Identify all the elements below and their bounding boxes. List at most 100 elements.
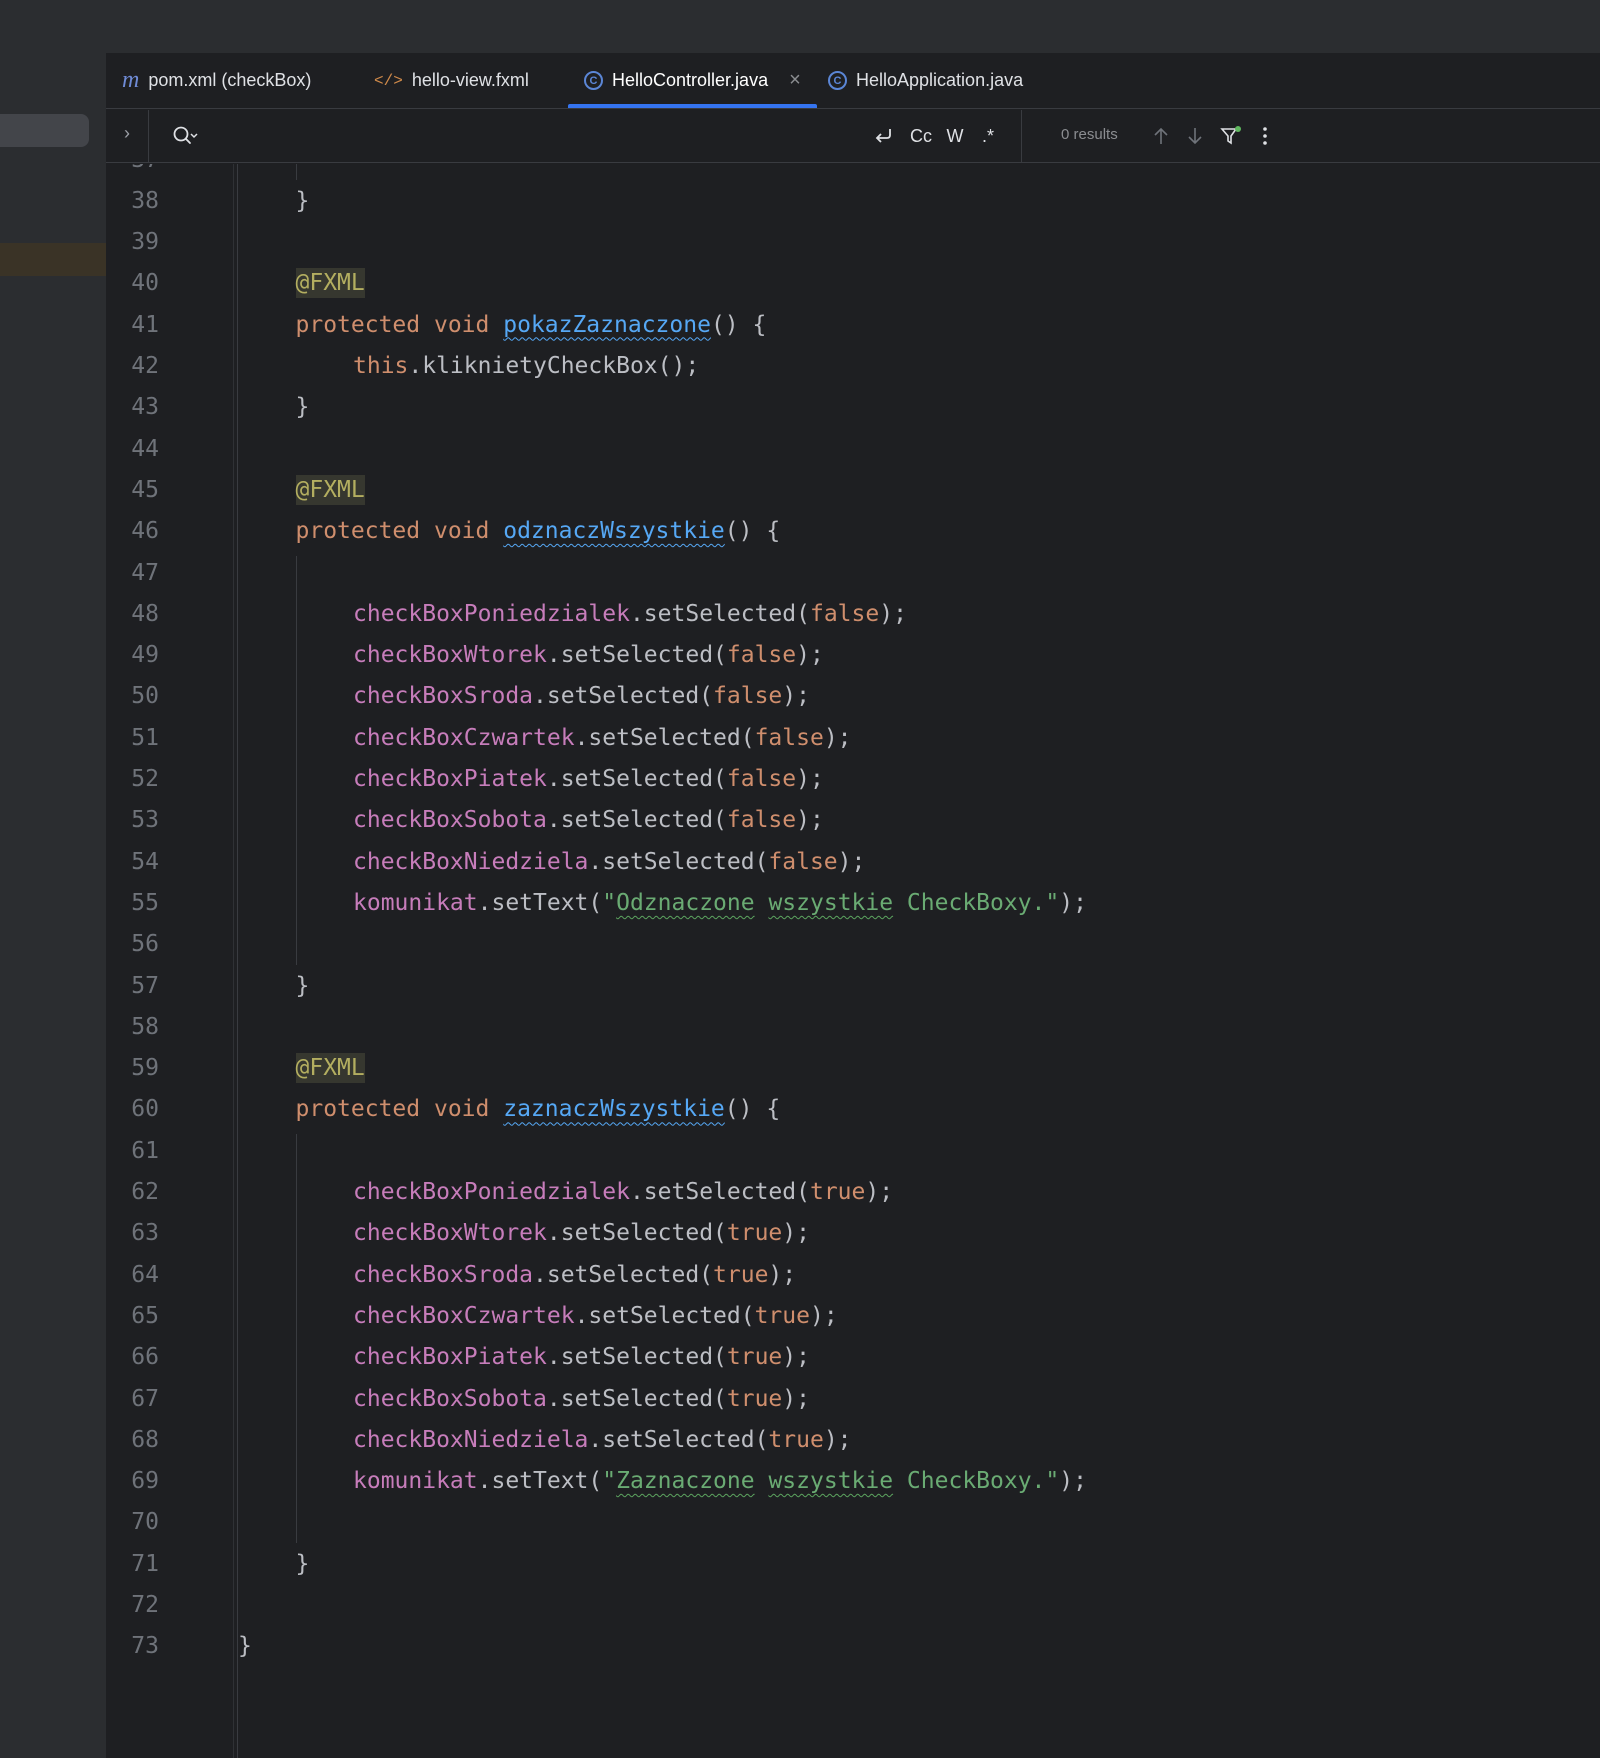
close-tab-icon[interactable]: × — [789, 69, 801, 92]
code-line[interactable]: 44 — [106, 428, 1600, 469]
code-line[interactable]: 46 protected void odznaczWszystkie() { — [106, 511, 1600, 552]
code-token: ); — [809, 1302, 838, 1329]
code-line[interactable]: 73} — [106, 1626, 1600, 1667]
code-line[interactable]: 38} — [106, 180, 1600, 221]
code-token: .setText( — [477, 1468, 603, 1495]
code-token: false — [713, 683, 783, 710]
code-line[interactable]: 40 @FXML — [106, 263, 1600, 304]
code-line[interactable]: 43} — [106, 387, 1600, 428]
code-line[interactable]: 47 — [106, 552, 1600, 593]
code-line[interactable]: 50 checkBoxSroda.setSelected(false); — [106, 676, 1600, 717]
line-number: 71 — [131, 1550, 159, 1577]
code-line[interactable]: 48 checkBoxPoniedzialek.setSelected(false… — [106, 593, 1600, 634]
code-line[interactable]: 71} — [106, 1543, 1600, 1584]
code-line[interactable]: 54 checkBoxNiedziela.setSelected(false); — [106, 841, 1600, 882]
code-line[interactable]: 64 checkBoxSroda.setSelected(true); — [106, 1254, 1600, 1295]
code-token: .setSelected( — [533, 1261, 714, 1288]
code-text: checkBoxSobota.setSelected(true); — [353, 1386, 810, 1412]
code-line[interactable]: 62 checkBoxPoniedzialek.setSelected(true)… — [106, 1172, 1600, 1213]
line-number: 54 — [131, 848, 159, 875]
search-results-count: 0 results — [1061, 126, 1118, 143]
code-line[interactable]: 68 checkBoxNiedziela.setSelected(true); — [106, 1419, 1600, 1460]
find-input[interactable] — [206, 118, 866, 154]
code-token: @FXML — [295, 268, 365, 299]
code-token: true — [768, 1426, 824, 1453]
code-line[interactable]: 72 — [106, 1585, 1600, 1626]
code-line[interactable]: 51 checkBoxCzwartek.setSelected(false); — [106, 717, 1600, 758]
more-options-icon[interactable] — [1250, 120, 1280, 152]
code-line[interactable]: 70 — [106, 1502, 1600, 1543]
code-line[interactable]: 55 komunikat.setText("Odznaczone wszystki… — [106, 882, 1600, 923]
code-token: () { — [710, 311, 767, 338]
tab-hello-application[interactable]: C HelloApplication.java — [828, 53, 1023, 108]
code-token: .setSelected( — [588, 1426, 769, 1453]
line-number: 68 — [131, 1426, 159, 1453]
search-history-icon[interactable] — [170, 122, 200, 150]
line-number: 63 — [131, 1220, 159, 1247]
line-number: 41 — [131, 311, 159, 338]
code-line[interactable]: 56 — [106, 924, 1600, 965]
code-line[interactable]: 69 komunikat.setText("Zaznaczone wszystki… — [106, 1461, 1600, 1502]
code-token: ); — [879, 600, 907, 627]
code-token: checkBoxCzwartek — [353, 724, 575, 751]
code-line[interactable]: 39 — [106, 222, 1600, 263]
code-line[interactable]: 59 @FXML — [106, 1048, 1600, 1089]
code-token: false — [726, 642, 797, 669]
code-token: ); — [768, 1261, 797, 1288]
code-line[interactable]: 58 — [106, 1006, 1600, 1047]
code-token: protected void — [295, 1096, 504, 1123]
code-line[interactable]: 57} — [106, 965, 1600, 1006]
code-line[interactable]: 49 checkBoxWtorek.setSelected(false); — [106, 635, 1600, 676]
code-token: true — [713, 1261, 769, 1288]
code-token: .setSelected( — [546, 1220, 727, 1247]
code-text: @FXML — [295, 1053, 365, 1084]
code-token: wszystkie — [768, 889, 894, 916]
tab-hello-controller[interactable]: C HelloController.java × — [568, 53, 817, 108]
code-line[interactable]: 37 — [106, 164, 1600, 180]
regex-button[interactable]: .* — [974, 120, 1002, 152]
tab-pom-xml[interactable]: m pom.xml (checkBox) — [122, 53, 311, 108]
project-tree-selection[interactable] — [0, 114, 89, 147]
line-number: 57 — [131, 972, 159, 999]
new-line-icon[interactable] — [870, 120, 898, 152]
code-editor[interactable]: 37 38} 39 40 @FXML 41 protected void pokazZazn… — [106, 164, 1600, 1758]
code-token: @FXML — [295, 1053, 365, 1084]
code-line[interactable]: 45 @FXML — [106, 469, 1600, 510]
code-line[interactable]: 52 checkBoxPiatek.setSelected(false); — [106, 759, 1600, 800]
next-occurrence-arrow-down-icon[interactable] — [1180, 120, 1210, 152]
line-number: 45 — [131, 476, 159, 503]
code-line[interactable]: 66 checkBoxPiatek.setSelected(true); — [106, 1337, 1600, 1378]
code-text: checkBoxWtorek.setSelected(false); — [353, 642, 824, 668]
code-text: protected void odznaczWszystkie() { — [296, 518, 781, 544]
filter-icon[interactable] — [1216, 120, 1246, 152]
code-token: () { — [724, 518, 781, 545]
expand-replace-chevron-icon[interactable]: › — [116, 123, 138, 149]
code-line[interactable]: 63 checkBoxWtorek.setSelected(true); — [106, 1213, 1600, 1254]
code-text: checkBoxSroda.setSelected(true); — [353, 1262, 796, 1288]
code-line[interactable]: 67 checkBoxSobota.setSelected(true); — [106, 1378, 1600, 1419]
code-line[interactable]: 53 checkBoxSobota.setSelected(false); — [106, 800, 1600, 841]
code-line[interactable]: 60 protected void zaznaczWszystkie() { — [106, 1089, 1600, 1130]
code-line[interactable]: 61 — [106, 1130, 1600, 1171]
indent-guide — [295, 556, 297, 965]
code-token: true — [726, 1344, 783, 1371]
code-token: ); — [823, 1426, 852, 1453]
line-number: 69 — [131, 1468, 159, 1495]
tab-hello-view-fxml[interactable]: </> hello-view.fxml — [374, 53, 529, 108]
code-line[interactable]: 65 checkBoxCzwartek.setSelected(true); — [106, 1295, 1600, 1336]
code-line[interactable]: 42 this.kliknietyCheckBox(); — [106, 346, 1600, 387]
line-number: 42 — [131, 353, 159, 379]
code-token: checkBoxSobota — [353, 807, 547, 834]
code-token: true — [754, 1302, 810, 1329]
whole-words-button[interactable]: W — [941, 120, 969, 152]
code-text: } — [296, 188, 310, 214]
indent-guide — [295, 164, 297, 181]
code-line[interactable]: 41 protected void pokazZaznaczone() { — [106, 304, 1600, 345]
java-class-icon: C — [828, 71, 847, 90]
code-token: .setText( — [477, 889, 603, 916]
previous-occurrence-arrow-up-icon[interactable] — [1146, 120, 1176, 152]
code-token: CheckBoxy." — [893, 1468, 1060, 1495]
match-case-button[interactable]: Cc — [907, 120, 935, 152]
line-number: 66 — [131, 1344, 159, 1371]
code-text: checkBoxSobota.setSelected(false); — [353, 807, 824, 833]
